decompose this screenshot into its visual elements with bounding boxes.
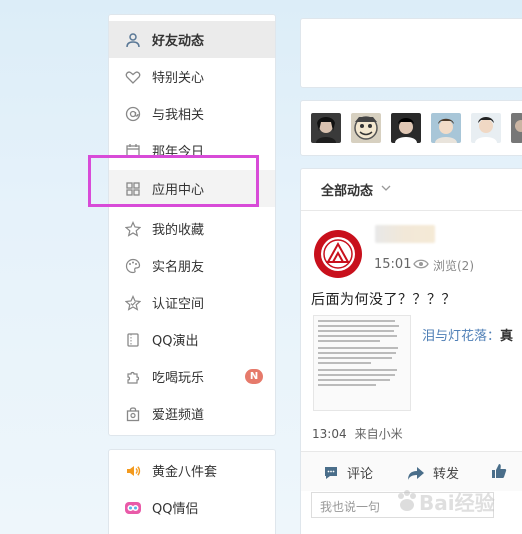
sidebar-item-label: QQ演出 [152,334,199,349]
share-label: 转发 [433,467,460,482]
friends-avatar-strip [300,100,522,156]
post-image-document[interactable] [313,315,411,411]
sidebar-item-real-name-friends[interactable]: 实名朋友 [109,247,275,284]
sidebar-item-label: 我的收藏 [152,223,205,238]
share-icon [408,466,424,480]
ticket-icon [124,331,142,349]
sidebar-item-label: 与我相关 [152,108,205,123]
app-item-gold-set[interactable]: 黄金八件套 [109,452,275,489]
post-source: 来自小米 [354,427,403,441]
sidebar-item-special-care[interactable]: 特别关心 [109,58,275,95]
avatar[interactable] [471,113,501,143]
view-count[interactable]: 浏览(2) [433,257,474,274]
couple-icon [124,499,142,517]
heart-icon [124,68,142,86]
sidebar-item-label: 认证空间 [152,297,205,312]
sidebar-item-favorites[interactable]: 我的收藏 [109,210,275,247]
composer-box[interactable] [300,18,522,88]
person-icon [124,31,142,49]
sidebar-item-shopping[interactable]: 爱逛频道 [109,395,275,432]
comment-button[interactable]: 评论 [323,463,373,482]
comment-icon [325,466,337,479]
app-item-qq-couple[interactable]: QQ情侣 [109,489,275,526]
sidebar-nav: 好友动态 特别关心 与我相关 那年今日 应用中心 我的收藏 实名朋友 认证空间 … [108,14,276,436]
palette-icon [124,257,142,275]
sidebar-item-label: 爱逛频道 [152,408,205,423]
thumb-up-icon [492,464,507,478]
feed-filter[interactable]: 全部动态 [301,169,522,211]
sidebar-item-food-fun[interactable]: 吃喝玩乐 N [109,358,275,395]
sidebar-item-friend-feed[interactable]: 好友动态 [109,21,275,58]
share-button[interactable]: 转发 [407,463,459,482]
paw-icon [398,490,416,511]
poster-name-blurred [375,225,435,243]
shared-link-author: 泪与灯花落： [422,329,501,344]
comment-label: 评论 [347,467,374,482]
shared-link-tail: 真 [500,329,514,344]
post-text: 后面为何没了？？？？ [311,292,456,308]
at-icon [124,105,142,123]
avatar[interactable] [511,113,522,143]
avatar[interactable] [431,113,461,143]
badge-star-icon [124,294,142,312]
feed-filter-label: 全部动态 [321,184,374,199]
avatar[interactable] [351,113,381,143]
sidebar-item-verified-space[interactable]: 认证空间 [109,284,275,321]
feed-card: 全部动态 15:01 浏览(2) 后面为何没了？？？？ 泪与灯花落：真 13:0… [300,168,522,534]
highlight-box [88,155,259,207]
avatar[interactable] [311,113,341,143]
poster-avatar[interactable] [313,229,363,279]
watermark-text: Bai经验 [419,490,495,515]
post-footer: 13:04 来自小米 [312,425,403,442]
chevron-down-icon [381,184,391,195]
shared-link[interactable]: 泪与灯花落：真 [422,325,513,344]
apps-panel: 黄金八件套 QQ情侣 [108,449,276,534]
sidebar-item-label: 实名朋友 [152,260,205,275]
app-label: 黄金八件套 [152,465,218,480]
sound-icon [124,462,142,480]
post-footer-time: 13:04 [312,427,347,441]
app-label: QQ情侣 [152,502,199,517]
eye-icon [413,258,429,274]
avatar[interactable] [391,113,421,143]
sidebar-item-label: 好友动态 [152,34,205,49]
bag-icon [124,405,142,423]
sidebar-item-label: 特别关心 [152,71,205,86]
post-time: 15:01 [374,257,412,272]
sidebar-item-about-me[interactable]: 与我相关 [109,95,275,132]
sidebar-item-label: 吃喝玩乐 [152,371,205,386]
watermark-logo: Bai经验 [395,482,522,520]
like-button[interactable] [491,463,515,479]
star-icon [124,220,142,238]
puzzle-icon [124,368,142,386]
new-badge: N [245,369,263,384]
sidebar-item-qq-show[interactable]: QQ演出 [109,321,275,358]
